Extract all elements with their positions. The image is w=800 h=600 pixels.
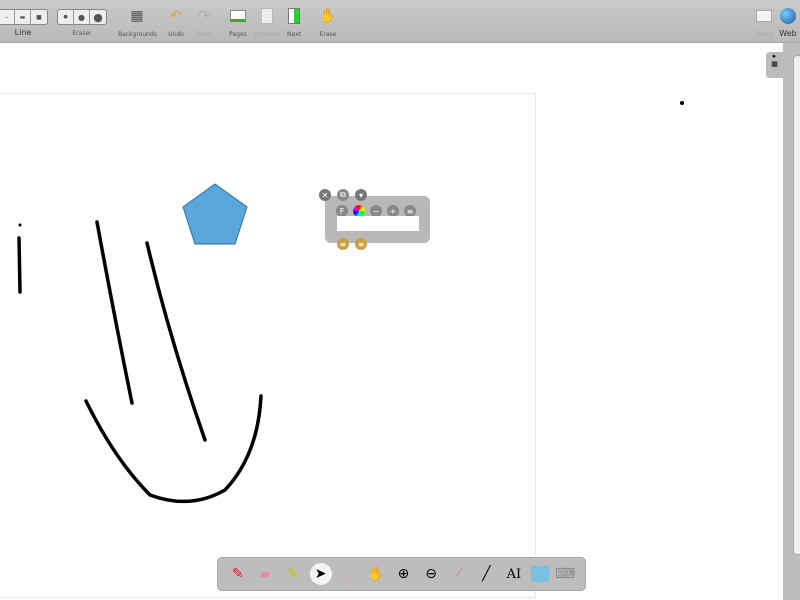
duplicate-icon[interactable]: ⧉ bbox=[337, 189, 349, 201]
ink-stroke bbox=[84, 394, 263, 504]
library-icon: ▸ ▦ bbox=[771, 52, 778, 68]
library-toggle[interactable]: ▸ ▦ bbox=[766, 52, 783, 78]
text-icon[interactable]: AI bbox=[503, 563, 525, 585]
hand-icon[interactable]: ✋ bbox=[365, 563, 387, 585]
library-panel[interactable] bbox=[793, 55, 800, 555]
text-widget[interactable]: ✕ ⧉ ▾ F − + ≡ ≡ ≡ bbox=[319, 189, 430, 250]
capture-icon[interactable] bbox=[530, 566, 549, 582]
ink-stroke bbox=[17, 236, 22, 294]
ink-dot bbox=[680, 101, 684, 105]
layer-down-icon[interactable]: ≡ bbox=[337, 238, 349, 250]
ink-dot bbox=[18, 223, 22, 227]
ink-stroke bbox=[95, 220, 134, 405]
line-icon[interactable]: ╱ bbox=[475, 563, 497, 585]
zoom-in-icon[interactable]: ⊕ bbox=[392, 563, 414, 585]
layer-up-icon[interactable]: ≡ bbox=[355, 238, 367, 250]
menu-chevron-down-icon[interactable]: ▾ bbox=[355, 189, 367, 201]
eraser-icon[interactable]: ▰ bbox=[254, 563, 276, 585]
close-icon[interactable]: ✕ bbox=[319, 189, 331, 201]
laser-pointer-icon[interactable]: ⁄ bbox=[448, 563, 470, 585]
drawing-canvas[interactable] bbox=[0, 0, 800, 600]
pentagon-shape bbox=[182, 183, 248, 245]
pen-icon[interactable]: ✎ bbox=[227, 563, 249, 585]
zoom-out-icon[interactable]: ⊖ bbox=[420, 563, 442, 585]
keyboard-icon[interactable]: ⌨ bbox=[554, 563, 576, 585]
text-input[interactable] bbox=[337, 216, 419, 231]
pointer-icon[interactable]: ➤ bbox=[309, 563, 332, 585]
tool-dock: ✎ ▰ ✎ ➤ ☝ ✋ ⊕ ⊖ ⁄ ╱ AI ⌨ bbox=[217, 557, 586, 591]
marker-icon[interactable]: ✎ bbox=[282, 563, 304, 585]
ink-stroke bbox=[145, 241, 207, 442]
play-icon[interactable]: ☝ bbox=[337, 563, 359, 585]
